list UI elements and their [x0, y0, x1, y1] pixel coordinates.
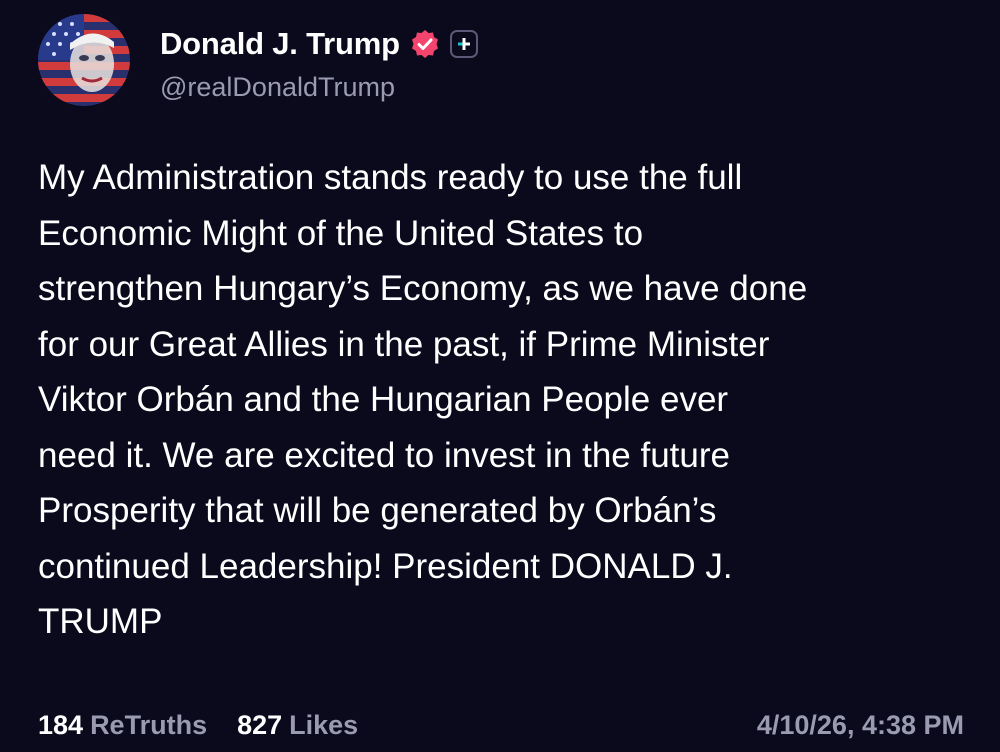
truth-post: Donald J. Trump @realDonaldTrump My Admi… — [0, 0, 1000, 752]
display-name[interactable]: Donald J. Trump — [160, 26, 400, 62]
plus-badge-icon — [449, 30, 478, 58]
verified-badge-icon — [410, 29, 440, 59]
post-timestamp[interactable]: 4/10/26, 4:38 PM — [757, 710, 964, 741]
likes-count: 827 — [237, 709, 283, 740]
likes-stat[interactable]: 827 Likes — [237, 710, 358, 741]
post-header: Donald J. Trump @realDonaldTrump — [160, 22, 478, 103]
likes-label: Likes — [289, 709, 359, 740]
user-handle[interactable]: @realDonaldTrump — [160, 72, 478, 103]
post-footer: 184 ReTruths 827 Likes 4/10/26, 4:38 PM — [38, 705, 964, 745]
retruths-label: ReTruths — [90, 709, 208, 740]
avatar[interactable] — [38, 14, 130, 106]
post-body-text: My Administration stands ready to use th… — [38, 158, 808, 641]
retruths-stat[interactable]: 184 ReTruths — [38, 710, 207, 741]
retruths-count: 184 — [38, 709, 84, 740]
name-row: Donald J. Trump — [160, 22, 478, 66]
